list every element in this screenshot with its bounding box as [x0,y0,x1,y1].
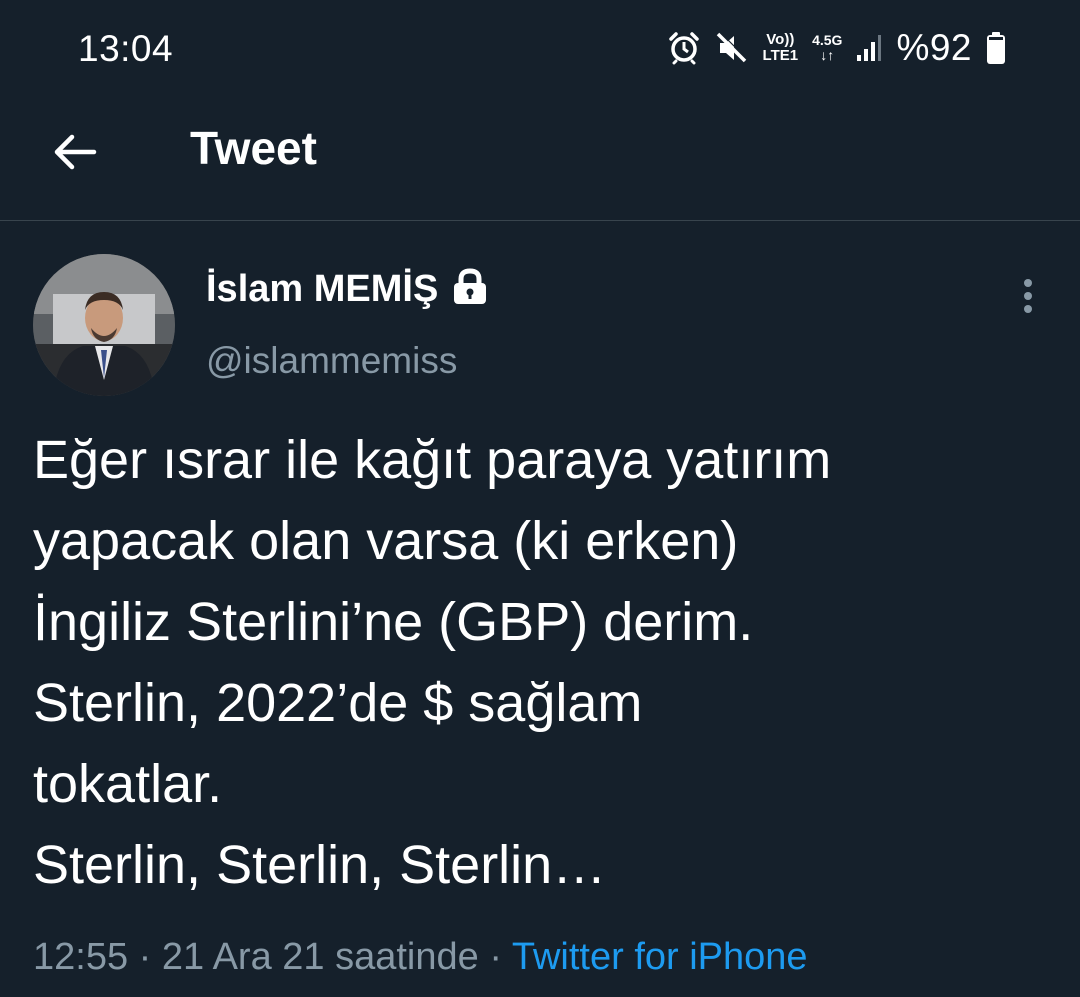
avatar[interactable] [33,254,175,396]
lock-icon [450,268,490,311]
status-bar: 13:04 Vo)) LTE1 4.5G ↓↑ %92 [0,0,1080,95]
status-time: 13:04 [78,28,174,69]
volte-icon: Vo)) LTE1 [763,32,799,64]
author-name-row[interactable]: İslam MEMİŞ [206,268,490,311]
network-type-label: 4.5G [812,32,843,48]
tweet-text-line: yapacak olan varsa (ki erken) [33,511,739,571]
tweet-text: Eğer ısrar ile kağıt paraya yatırım yapa… [33,420,1033,906]
mute-icon [715,31,749,65]
page-title: Tweet [190,122,317,174]
tweet-text-line: Sterlin, 2022’de $ sağlam [33,673,643,733]
back-button[interactable] [46,123,104,181]
status-icons: Vo)) LTE1 4.5G ↓↑ %92 [667,24,1006,72]
tweet-text-line: İngiliz Sterlini’ne (GBP) derim. [33,592,754,652]
volte-bottom-label: LTE1 [762,47,799,64]
more-vertical-icon [1024,279,1032,313]
tweet-text-line: tokatlar. [33,754,223,814]
author-handle[interactable]: @islammemiss [206,340,457,382]
tweet-timestamp: 12:55 · 21 Ara 21 saatinde · [33,936,512,978]
app-header: Tweet [0,95,1080,221]
battery-percentage: %92 [896,27,972,68]
arrow-left-icon [54,134,97,170]
author-name[interactable]: İslam MEMİŞ [206,268,438,311]
volte-top-label: Vo)) [766,31,795,48]
more-options-button[interactable] [1010,274,1046,318]
signal-icon [856,33,882,63]
battery-icon [986,31,1006,65]
tweet-source-link[interactable]: Twitter for iPhone [512,936,808,978]
network-4-5g-icon: 4.5G ↓↑ [812,33,842,63]
tweet-text-line: Eğer ısrar ile kağıt paraya yatırım [33,430,832,490]
alarm-icon [667,31,701,65]
tweet-meta: 12:55 · 21 Ara 21 saatinde · Twitter for… [33,936,808,979]
tweet-text-line: Sterlin, Sterlin, Sterlin… [33,835,607,895]
network-arrows-label: ↓↑ [820,47,835,63]
